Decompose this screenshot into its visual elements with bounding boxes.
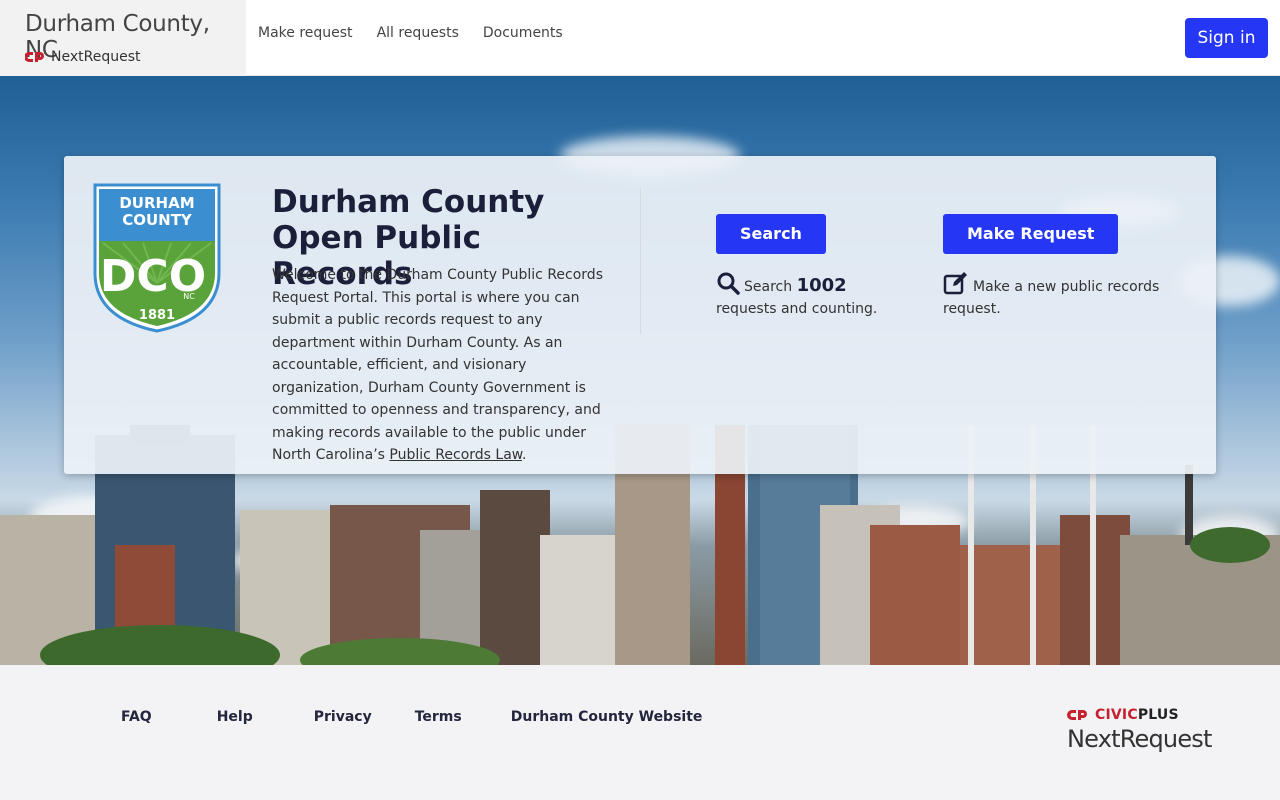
intro-card: DURHAM COUNTY DCO NC 1881 Durham County … — [64, 156, 1216, 474]
intro-paragraph: Welcome to the Durham County Public Reco… — [272, 264, 622, 467]
make-request-text: Make a new public records request. — [943, 279, 1160, 317]
site-footer: FAQ Help Privacy Terms Durham County Web… — [0, 665, 1280, 800]
request-count: 1002 — [796, 275, 847, 296]
sign-in-button[interactable]: Sign in — [1185, 18, 1268, 58]
site-header: Durham County, NC NextRequest Make reque… — [0, 0, 1280, 76]
search-icon — [717, 272, 740, 295]
make-request-description: Make a new public records request. — [943, 271, 1163, 320]
footer-platform-name: NextRequest — [1067, 725, 1212, 753]
nextrequest-logo-icon — [25, 52, 44, 62]
search-suffix: requests and counting. — [716, 301, 878, 317]
seal-line2: COUNTY — [122, 211, 193, 229]
civicplus-brand: CIVICPLUS NextRequest — [1067, 707, 1212, 753]
nav-documents[interactable]: Documents — [483, 25, 563, 41]
seal-year: 1881 — [139, 308, 175, 323]
footer-links: FAQ Help Privacy Terms Durham County Web… — [121, 709, 702, 725]
platform-brand: NextRequest — [25, 49, 140, 65]
platform-name: NextRequest — [51, 49, 141, 65]
footer-link-county-website[interactable]: Durham County Website — [511, 709, 703, 725]
civicplus-logo-icon — [1067, 710, 1087, 720]
brand-block[interactable]: Durham County, NC NextRequest — [0, 0, 246, 76]
intro-body: Welcome to the Durham County Public Reco… — [272, 267, 603, 463]
seal-state: NC — [183, 292, 195, 301]
durham-county-seal: DURHAM COUNTY DCO NC 1881 — [93, 183, 221, 333]
make-request-button[interactable]: Make Request — [943, 214, 1119, 254]
footer-link-privacy[interactable]: Privacy — [314, 709, 372, 725]
search-button[interactable]: Search — [716, 214, 826, 254]
civic-text: CIVIC — [1095, 707, 1138, 723]
civicplus-wordmark: CIVICPLUS — [1095, 707, 1179, 723]
intro-end: . — [521, 447, 527, 463]
seal-line1: DURHAM — [119, 194, 194, 212]
footer-link-terms[interactable]: Terms — [415, 709, 462, 725]
public-records-law-link[interactable]: Public Records Law — [389, 447, 522, 463]
edit-icon — [943, 272, 967, 295]
nav-all-requests[interactable]: All requests — [377, 25, 459, 41]
footer-link-faq[interactable]: FAQ — [121, 709, 152, 725]
search-prefix: Search — [744, 279, 793, 295]
search-action: Search Search 1002 requests and counting… — [716, 214, 906, 320]
search-description: Search 1002 requests and counting. — [716, 271, 906, 320]
civicplus-logo: CIVICPLUS — [1067, 707, 1207, 723]
nav-make-request[interactable]: Make request — [258, 25, 353, 41]
card-divider — [640, 188, 641, 334]
footer-link-help[interactable]: Help — [217, 709, 253, 725]
plus-text: PLUS — [1137, 707, 1179, 723]
main-nav: Make request All requests Documents — [258, 25, 563, 41]
make-request-action: Make Request Make a new public records r… — [943, 214, 1163, 320]
